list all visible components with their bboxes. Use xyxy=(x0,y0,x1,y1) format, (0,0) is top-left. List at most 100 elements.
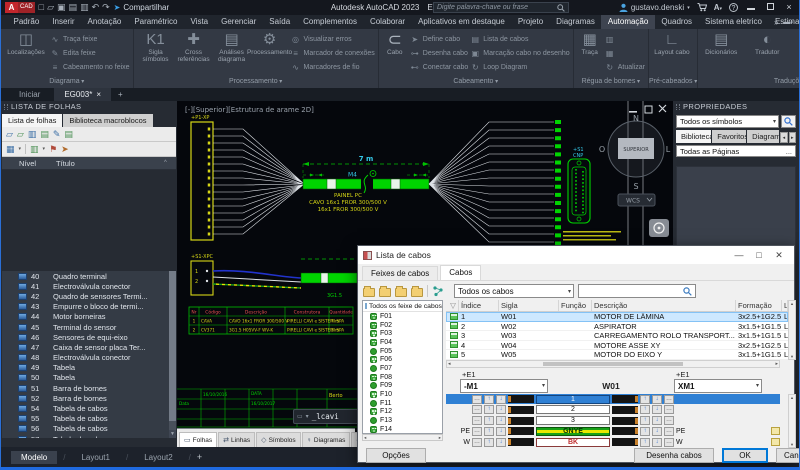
cable-row[interactable]: 1 W01 MOTOR DE LÂMINA 3x2.5+1G2.5 L xyxy=(446,312,788,322)
wire-value[interactable]: 3 xyxy=(536,416,610,425)
localizacoes-button[interactable]: ◫ Localizações xyxy=(4,31,48,56)
cable-bundle-item[interactable]: F02 xyxy=(363,321,442,330)
ribbon-tab[interactable]: Saída xyxy=(263,15,297,29)
left-more-button[interactable]: … xyxy=(472,427,482,436)
scroll-left-icon[interactable]: ◂ xyxy=(364,435,366,440)
copy-cable-group-icon[interactable] xyxy=(395,288,407,297)
ribbon-row-button[interactable]: ≡ Cabeamento no feixe xyxy=(50,61,130,74)
sheet-row[interactable]: 55 Tabela de cabos xyxy=(2,414,176,424)
move-down-button[interactable]: ↓ xyxy=(652,427,662,436)
move-up-button[interactable]: ↑ xyxy=(484,405,494,414)
move-up-button[interactable]: ↑ xyxy=(640,395,650,404)
wire-value[interactable]: 1 xyxy=(536,395,610,404)
ucs-label[interactable]: WCS xyxy=(626,198,640,205)
dialog-tab[interactable]: Cabos xyxy=(440,265,481,280)
cable-bundle-item[interactable]: F07 xyxy=(363,364,442,373)
open-folder-icon[interactable]: ▱ xyxy=(47,2,54,13)
ribbon-row-button[interactable]: ✎ Edita feixe xyxy=(50,47,130,60)
viewport-minimize-icon[interactable] xyxy=(629,111,637,113)
move-down-button[interactable]: ↓ xyxy=(652,416,662,425)
sheet-list-panel-title[interactable]: LISTA DE FOLHAS xyxy=(1,101,177,113)
ribbon-tab[interactable]: Anotação xyxy=(81,15,128,29)
undo-icon[interactable]: ↶ xyxy=(92,2,100,13)
panel-footer-diagrama[interactable]: Diagrama xyxy=(1,77,133,88)
scroll-right-icon[interactable]: ▸ xyxy=(439,435,441,440)
ok-button[interactable]: OK xyxy=(722,448,768,463)
move-down-button[interactable]: ↓ xyxy=(652,438,662,447)
sheet-row[interactable]: 43 Empurre o bloco de termi... xyxy=(2,302,176,312)
paste-cable-group-icon[interactable] xyxy=(411,288,423,297)
sheet-panel-tab[interactable]: Biblioteca macroblocos xyxy=(63,114,152,127)
ribbon-row-button[interactable]: ⊷ Conectar cabo xyxy=(410,61,469,74)
dock-tab[interactable]: ⇄ Linhas xyxy=(218,432,255,447)
restore-button[interactable] xyxy=(764,0,776,15)
move-up-button[interactable]: ↑ xyxy=(484,395,494,404)
cart-icon[interactable] xyxy=(697,3,707,12)
dialog-title-bar[interactable]: Lista de cabos — □ ✕ xyxy=(358,246,794,264)
symbol-search-button[interactable] xyxy=(781,115,796,128)
sheet-toolbar-icon[interactable]: ▥ xyxy=(28,128,37,140)
ribbon-row-button[interactable]: ◎ Visualizar erros xyxy=(291,33,375,46)
move-down-button[interactable]: ↓ xyxy=(652,405,662,414)
ribbon-tab[interactable]: Automação xyxy=(601,15,654,29)
wire-row[interactable]: PE … ↑ ↓ GNYE ↑ ↓ … PE xyxy=(446,426,780,436)
cable-network-icon[interactable] xyxy=(432,285,444,297)
filter-icon[interactable]: ▽ xyxy=(446,300,459,311)
ribbon-row-button[interactable]: ⊶ Desenha cabo xyxy=(410,47,469,60)
ribbon-tab[interactable]: Sistema eletrico xyxy=(699,15,769,29)
viewport-label[interactable]: [-][Superior][Estrutura de arame 2D] xyxy=(185,106,314,114)
viewcube-face-label[interactable]: SUPERIOR xyxy=(623,147,649,153)
sheet-row[interactable]: 47 Caixa de sensor placa Ter... xyxy=(2,342,176,352)
layout1-tab[interactable]: Layout1 xyxy=(71,451,119,464)
move-up-button[interactable]: ↑ xyxy=(484,427,494,436)
cable-row[interactable]: 3 W03 CARREGAMENTO ROLO TRANSPORT... 3x1… xyxy=(446,331,788,341)
ribbon-tab[interactable]: Aplicativos em destaque xyxy=(412,15,512,29)
cable-bundle-item[interactable]: F10 xyxy=(363,390,442,399)
save-as-icon[interactable]: ▤ xyxy=(69,2,78,13)
viewcube-east[interactable]: L xyxy=(666,145,671,154)
sheet-toolbar-icon[interactable]: ✎ xyxy=(53,128,61,140)
chevron-down-icon[interactable]: ▾ xyxy=(43,146,46,152)
scrollbar-thumb[interactable] xyxy=(169,271,176,421)
sheet-list-header[interactable]: Nível Título ^ xyxy=(2,157,176,170)
traca-button[interactable]: ▦ Traça xyxy=(577,31,603,56)
cable-row[interactable]: 2 W02 ASPIRATOR 3x1.5+1G1.5 L xyxy=(446,322,788,332)
ribbon-tab[interactable]: Vista xyxy=(184,15,215,29)
sheet-row[interactable]: 41 Electroválvula conector xyxy=(2,281,176,291)
scroll-right-icon[interactable]: ▸ xyxy=(775,361,778,367)
new-cable-group-icon[interactable] xyxy=(363,288,375,297)
dock-tab[interactable]: ◇ Símbolos xyxy=(256,432,301,447)
layout2-tab[interactable]: Layout2 xyxy=(134,451,182,464)
wire-value[interactable]: GNYE xyxy=(536,427,610,436)
ribbon-big-button[interactable]: K1 Sigla símbolos xyxy=(137,31,175,63)
options-button[interactable]: Opções xyxy=(366,448,426,463)
table-horizontal-scrollbar[interactable]: ◂▸ xyxy=(446,360,780,368)
right-more-button[interactable]: … xyxy=(664,416,674,425)
move-up-button[interactable]: ↑ xyxy=(484,416,494,425)
wire-row[interactable]: … ↑ ↓ 3 ↑ ↓ … xyxy=(446,416,780,426)
new-drawing-tab-button[interactable]: + xyxy=(111,88,130,101)
cable-row[interactable]: 5 W05 MOTOR DO EIXO Y 3x1.5+1G1.5 L xyxy=(446,350,788,360)
ribbon-row-button[interactable]: ▤ Lista de cabos xyxy=(470,33,569,46)
ribbon-row-button[interactable]: ∿ Marcadores de fio xyxy=(291,61,375,74)
right-more-button[interactable]: … xyxy=(664,427,674,436)
sheet-row[interactable]: 51 Barra de bornes xyxy=(2,383,176,393)
autodesk-app-icon[interactable]: A▾ xyxy=(714,3,722,12)
ribbon-row-button[interactable]: ▥ xyxy=(605,33,645,46)
command-text[interactable]: _lcavi xyxy=(312,412,339,421)
table-vertical-scrollbar[interactable]: ▴▾ xyxy=(788,300,796,360)
properties-tab-diagram[interactable]: Diagram xyxy=(747,130,779,143)
move-down-button[interactable]: ↓ xyxy=(496,416,506,425)
right-component-combo[interactable]: XM1 xyxy=(674,379,762,393)
wire-row[interactable]: W … ↑ ↓ BK ↑ ↓ … W xyxy=(446,437,780,447)
ribbon-big-button[interactable]: ✚ Cross referências xyxy=(175,31,213,63)
help-icon[interactable]: ? xyxy=(729,3,738,12)
right-more-button[interactable]: … xyxy=(664,438,674,447)
save-icon[interactable]: ▣ xyxy=(57,2,66,13)
move-down-button[interactable]: ↓ xyxy=(496,438,506,447)
ribbon-row-button[interactable]: ≡ Marcador de conexões xyxy=(291,47,375,60)
cable-bundle-item[interactable]: F04 xyxy=(363,338,442,347)
dialog-close-button[interactable]: ✕ xyxy=(769,246,789,264)
ribbon-overflow-button[interactable]: » xyxy=(774,18,778,27)
plot-icon[interactable]: ▥ xyxy=(80,2,89,13)
